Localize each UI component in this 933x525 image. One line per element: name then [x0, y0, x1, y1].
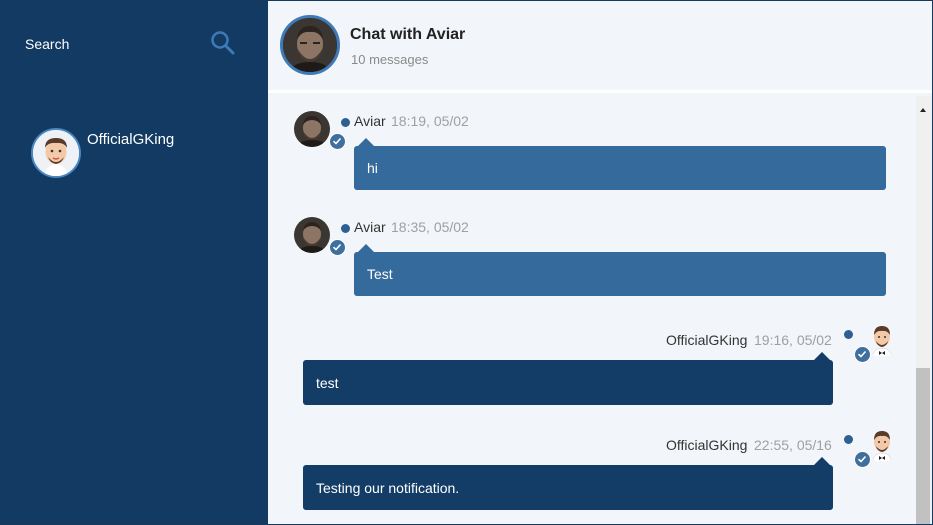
cartoon-man-avatar-icon — [31, 128, 81, 178]
message-bubble: test — [303, 360, 833, 405]
read-check-icon — [329, 239, 346, 256]
message-item: Aviar 18:19, 05/02 hi — [268, 96, 916, 196]
sender-name: OfficialGKing — [666, 437, 748, 453]
read-check-icon — [854, 451, 871, 468]
bubble-tip — [814, 352, 830, 360]
message-time: 18:19, 05/02 — [391, 113, 469, 129]
status-dot — [341, 118, 350, 127]
status-dot — [341, 224, 350, 233]
bubble-tip — [358, 138, 374, 146]
chat-title: Chat with Aviar — [350, 26, 466, 43]
message-item: OfficialGKing 19:16, 05/02 test — [268, 318, 916, 418]
message-time: 19:16, 05/02 — [754, 332, 832, 348]
scrollbar[interactable] — [916, 96, 932, 524]
read-check-icon — [854, 346, 871, 363]
message-list: Aviar 18:19, 05/02 hi Aviar 18:35, 05/02… — [268, 96, 916, 524]
search-input[interactable]: Search — [25, 36, 69, 52]
app-window: Search OfficialGKing Chat with Aviar 10 … — [0, 0, 933, 525]
bubble-tip — [358, 244, 374, 252]
sidebar: Search OfficialGKing — [1, 1, 268, 524]
status-dot — [844, 435, 853, 444]
contact-item-officialgking[interactable]: OfficialGKing — [29, 126, 259, 182]
message-item: Aviar 18:35, 05/02 Test — [268, 202, 916, 302]
message-bubble: Testing our notification. — [303, 465, 833, 510]
chat-header: Chat with Aviar 10 messages — [268, 1, 932, 93]
search-icon[interactable] — [208, 29, 238, 57]
message-bubble: Test — [354, 252, 886, 296]
aviar-avatar — [294, 217, 330, 253]
sender-name: OfficialGKing — [666, 332, 748, 348]
read-check-icon — [329, 133, 346, 150]
message-bubble: hi — [354, 146, 886, 190]
aviar-avatar — [294, 111, 330, 147]
status-dot — [844, 330, 853, 339]
sender-name: Aviar — [354, 219, 386, 235]
message-time: 22:55, 05/16 — [754, 437, 832, 453]
message-time: 18:35, 05/02 — [391, 219, 469, 235]
aviar-avatar — [280, 15, 340, 75]
bubble-tip — [814, 457, 830, 465]
scroll-up-arrow-icon[interactable] — [920, 108, 926, 112]
chat-panel: Chat with Aviar 10 messages Aviar 18:19,… — [268, 1, 932, 524]
scrollbar-thumb[interactable] — [916, 368, 930, 524]
message-item: OfficialGKing 22:55, 05/16 Testing our n… — [268, 423, 916, 524]
contact-name: OfficialGKing — [87, 131, 175, 148]
message-count: 10 messages — [351, 52, 429, 67]
sender-name: Aviar — [354, 113, 386, 129]
